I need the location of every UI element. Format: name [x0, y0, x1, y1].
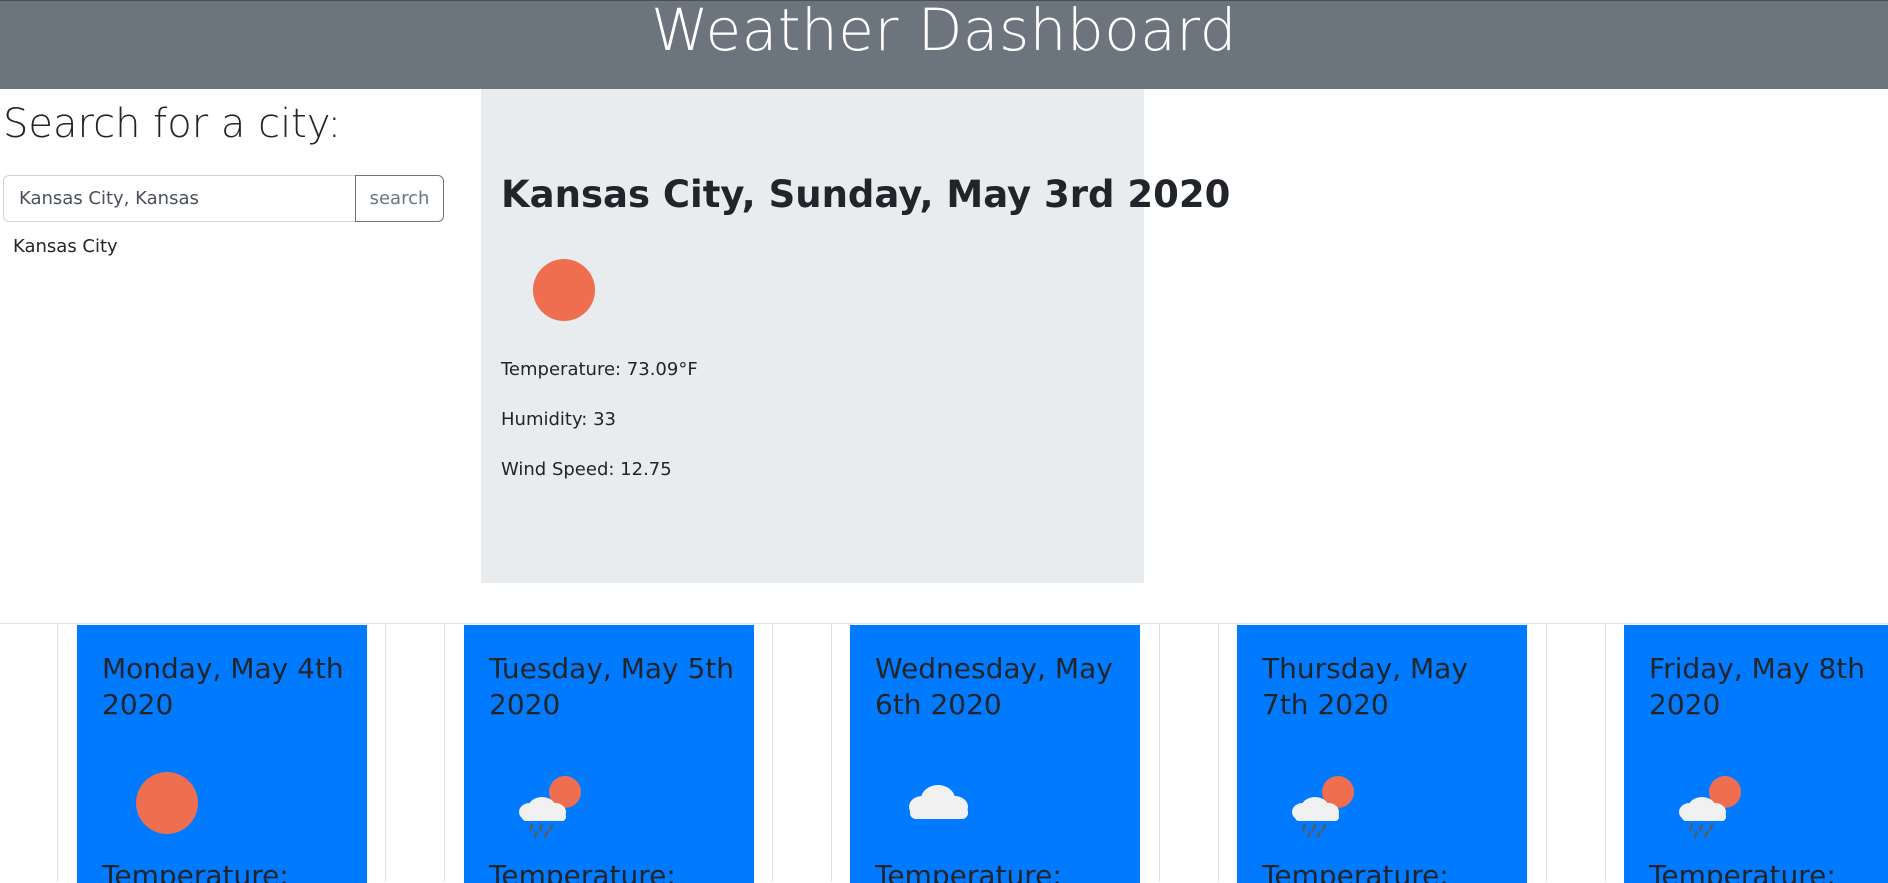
forecast-card: Wednesday, May 6th 2020 Temperature:: [850, 625, 1140, 883]
forecast-temperature: Temperature:: [1262, 859, 1449, 883]
forecast-date: Friday, May 8th 2020: [1649, 652, 1865, 721]
forecast-row: Monday, May 4th 2020 Temperature: Tuesda…: [0, 623, 1888, 883]
forecast-temperature: Temperature:: [1649, 859, 1836, 883]
forecast-card: Friday, May 8th 2020 Temperature:: [1624, 625, 1888, 883]
search-heading: Search for a city:: [3, 101, 342, 147]
current-temperature: Temperature: 73.09°F: [501, 359, 698, 380]
search-button[interactable]: search: [355, 175, 444, 222]
current-weather-card: Kansas City, Sunday, May 3rd 2020 Temper…: [481, 89, 1230, 583]
current-city-date: Kansas City, Sunday, May 3rd 2020: [501, 173, 1231, 216]
sun-rain-cloud-icon: [519, 776, 581, 839]
forecast-column-spacer: [1546, 624, 1606, 882]
city-search-input[interactable]: [3, 175, 355, 222]
forecast-date: Tuesday, May 5th 2020: [489, 652, 735, 721]
forecast-date: Monday, May 4th 2020: [102, 652, 344, 721]
forecast-date: Thursday, May 7th 2020: [1262, 652, 1468, 721]
forecast-card: Tuesday, May 5th 2020 Temperature:: [464, 625, 754, 883]
forecast-column-spacer: [1159, 624, 1219, 882]
forecast-column-spacer: [772, 624, 832, 882]
forecast-column-spacer: [0, 624, 58, 882]
header-bar: Weather Dashboard: [0, 0, 1888, 89]
sun-rain-cloud-icon: [1679, 776, 1741, 839]
forecast-card: Monday, May 4th 2020 Temperature:: [77, 625, 367, 883]
search-group: search: [3, 175, 444, 222]
forecast-temperature: Temperature:: [489, 859, 676, 883]
sun-icon: [533, 259, 595, 321]
sun-rain-cloud-icon: [1292, 776, 1354, 839]
sun-icon: [136, 772, 198, 834]
forecast-card: Thursday, May 7th 2020 Temperature:: [1237, 625, 1527, 883]
search-history-item[interactable]: Kansas City: [13, 234, 118, 260]
forecast-column-spacer: [385, 624, 445, 882]
forecast-temperature: Temperature:: [102, 859, 289, 883]
forecast-date: Wednesday, May 6th 2020: [875, 652, 1113, 721]
page-title: Weather Dashboard: [651, 0, 1237, 64]
cloud-icon: [909, 785, 968, 819]
current-humidity: Humidity: 33: [501, 409, 616, 430]
current-wind-speed: Wind Speed: 12.75: [501, 459, 672, 480]
forecast-temperature: Temperature:: [875, 859, 1062, 883]
